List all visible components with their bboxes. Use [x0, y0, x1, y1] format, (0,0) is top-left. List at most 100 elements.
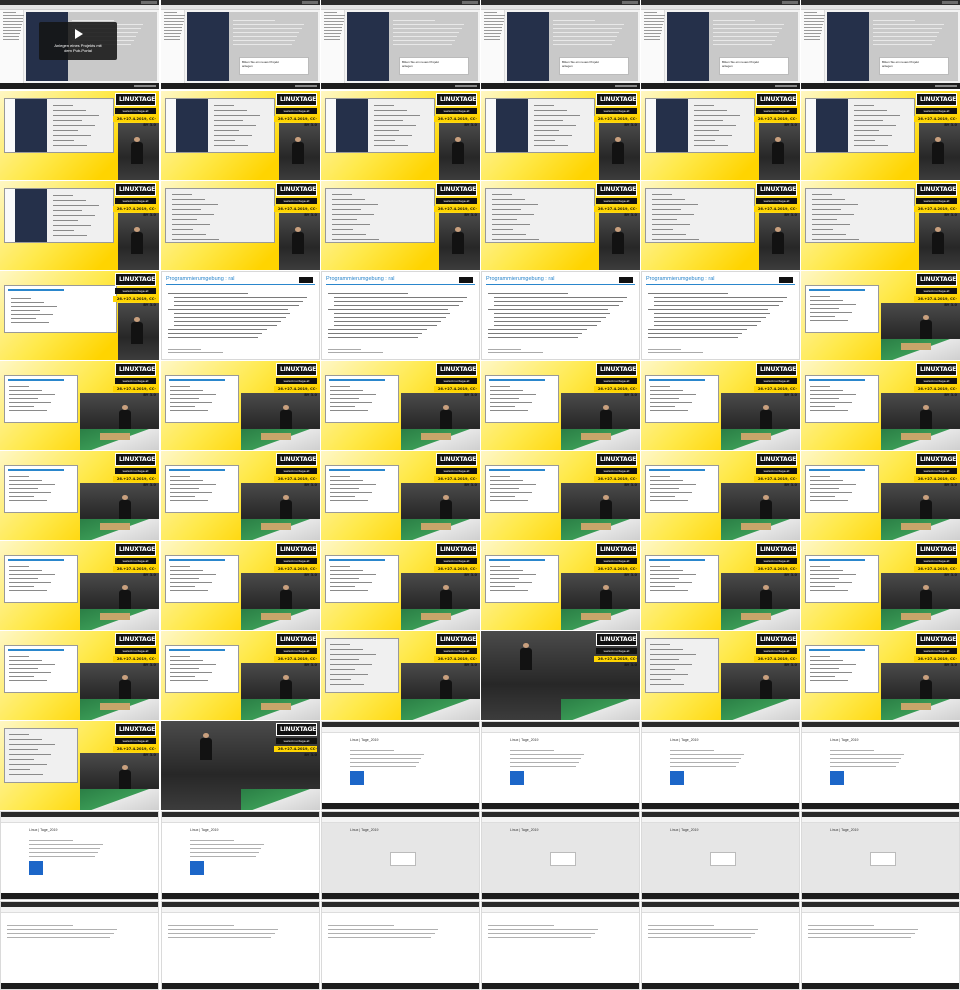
video-thumbnail[interactable]: LINUXTAGE www.linuxtage.at 26.+27.4.2019, … — [0, 91, 159, 180]
modal-dialog[interactable] — [870, 852, 896, 866]
text-line — [644, 30, 662, 31]
modal-dialog[interactable] — [390, 852, 416, 866]
video-thumbnail[interactable]: Linux | Tage_2019 — [481, 811, 640, 900]
video-thumbnail[interactable]: LINUXTAGE www.linuxtage.at 26.+27.4.2019, … — [641, 181, 800, 270]
video-thumbnail[interactable]: LINUXTAGE www.linuxtage.at 26.+27.4.2019, … — [641, 91, 800, 180]
video-thumbnail[interactable]: Bitten Sie ein neues Projekt anlegen — [481, 0, 640, 89]
video-thumbnail[interactable]: LINUXTAGE www.linuxtage.at 26.+27.4.2019, … — [161, 721, 320, 810]
video-thumbnail[interactable]: LINUXTAGE www.linuxtage.at 26.+27.4.2019, … — [321, 181, 480, 270]
video-thumbnail[interactable]: LINUXTAGE www.linuxtage.at 26.+27.4.2019, … — [0, 541, 159, 630]
project-thumbnail[interactable] — [830, 771, 844, 785]
video-thumbnail[interactable]: Programmierumgebung : ral — [481, 271, 640, 360]
video-thumbnail[interactable]: LINUXTAGE www.linuxtage.at 26.+27.4.2019, … — [161, 91, 320, 180]
video-thumbnail[interactable]: LINUXTAGE www.linuxtage.at 26.+27.4.2019, … — [0, 271, 159, 360]
video-thumbnail[interactable]: LINUXTAGE www.linuxtage.at 26.+27.4.2019, … — [161, 361, 320, 450]
video-thumbnail[interactable]: LINUXTAGE www.linuxtage.at 26.+27.4.2019, … — [801, 181, 960, 270]
conference-date: 26.+27.4.2019, CC-BY 3.0 — [914, 386, 957, 397]
video-thumbnail[interactable]: Programmierumgebung : ral — [641, 271, 800, 360]
video-overlay[interactable]: Anlegen eines Projekts mit dem Pub-Portal — [39, 22, 117, 60]
project-thumbnail[interactable] — [350, 771, 364, 785]
video-thumbnail[interactable]: Bitten Sie ein neues Projekt anlegen — [641, 0, 800, 89]
video-thumbnail[interactable]: LINUXTAGE www.linuxtage.at 26.+27.4.2019, … — [0, 451, 159, 540]
video-thumbnail[interactable]: LINUXTAGE www.linuxtage.at 26.+27.4.2019, … — [481, 541, 640, 630]
video-thumbnail[interactable]: LINUXTAGE www.linuxtage.at 26.+27.4.2019, … — [641, 631, 800, 720]
text-line — [510, 762, 579, 763]
video-thumbnail[interactable]: LINUXTAGE www.linuxtage.at 26.+27.4.2019, … — [161, 541, 320, 630]
text-line — [233, 28, 302, 29]
video-thumbnail[interactable]: LINUXTAGE www.linuxtage.at 26.+27.4.2019, … — [0, 181, 159, 270]
video-thumbnail[interactable] — [161, 901, 320, 990]
video-thumbnail[interactable]: LINUXTAGE www.linuxtage.at 26.+27.4.2019, … — [641, 361, 800, 450]
video-thumbnail[interactable]: LINUXTAGE www.linuxtage.at 26.+27.4.2019, … — [161, 631, 320, 720]
video-thumbnail[interactable]: LINUXTAGE www.linuxtage.at 26.+27.4.2019, … — [801, 541, 960, 630]
video-thumbnail[interactable] — [801, 901, 960, 990]
video-thumbnail[interactable]: Programmierumgebung : ral — [321, 271, 480, 360]
video-thumbnail[interactable]: LINUXTAGE www.linuxtage.at 26.+27.4.2019, … — [641, 451, 800, 540]
video-thumbnail[interactable]: LINUXTAGE www.linuxtage.at 26.+27.4.2019, … — [321, 91, 480, 180]
video-thumbnail[interactable]: Linux | Tage_2019 — [641, 721, 800, 810]
text-line — [9, 668, 38, 669]
video-thumbnail[interactable]: Bitten Sie ein neues Projekt anlegen — [161, 0, 320, 89]
video-thumbnail[interactable]: LINUXTAGE www.linuxtage.at 26.+27.4.2019, … — [801, 91, 960, 180]
text-line — [810, 476, 830, 477]
video-thumbnail[interactable]: Linux | Tage_2019 — [321, 721, 480, 810]
video-thumbnail[interactable]: LINUXTAGE www.linuxtage.at 26.+27.4.2019, … — [0, 631, 159, 720]
video-thumbnail[interactable] — [641, 901, 800, 990]
video-thumbnail[interactable]: LINUXTAGE www.linuxtage.at 26.+27.4.2019, … — [0, 361, 159, 450]
video-thumbnail[interactable]: LINUXTAGE www.linuxtage.at 26.+27.4.2019, … — [321, 631, 480, 720]
text-line — [9, 672, 51, 673]
text-line — [713, 36, 777, 37]
video-thumbnail[interactable]: LINUXTAGE www.linuxtage.at 26.+27.4.2019, … — [801, 271, 960, 360]
video-thumbnail[interactable]: Linux | Tage_2019 — [321, 811, 480, 900]
video-thumbnail[interactable] — [481, 901, 640, 990]
text-line — [330, 669, 355, 670]
project-thumbnail[interactable] — [190, 861, 204, 875]
video-thumbnail[interactable]: LINUXTAGE www.linuxtage.at 26.+27.4.2019, … — [321, 361, 480, 450]
text-line — [9, 734, 29, 735]
video-thumbnail[interactable]: LINUXTAGE www.linuxtage.at 26.+27.4.2019, … — [321, 451, 480, 540]
video-thumbnail[interactable]: LINUXTAGE www.linuxtage.at 26.+27.4.2019, … — [641, 541, 800, 630]
video-thumbnail[interactable]: LINUXTAGE www.linuxtage.at 26.+27.4.2019, … — [161, 451, 320, 540]
text-line — [214, 110, 247, 111]
video-thumbnail[interactable]: LINUXTAGE www.linuxtage.at 26.+27.4.2019, … — [481, 91, 640, 180]
video-thumbnail[interactable]: Linux | Tage_2019 — [801, 721, 960, 810]
text-line — [332, 209, 361, 210]
video-thumbnail[interactable]: Programmierumgebung : ral — [161, 271, 320, 360]
video-thumbnail[interactable]: Linux | Tage_2019 — [161, 811, 320, 900]
linuxtage-url: www.linuxtage.at — [916, 648, 957, 654]
modal-dialog[interactable] — [550, 852, 576, 866]
video-thumbnail[interactable]: LINUXTAGE www.linuxtage.at 26.+27.4.2019, … — [801, 631, 960, 720]
video-thumbnail[interactable]: Bitten Sie ein neues Projekt anlegen — [321, 0, 480, 89]
text-line — [350, 758, 422, 759]
video-thumbnail[interactable]: Bitten Sie ein neues Projekt anlegen — [801, 0, 960, 89]
text-line — [9, 744, 55, 745]
text-line — [694, 115, 740, 116]
text-line — [53, 235, 87, 236]
video-thumbnail[interactable]: Anlegen eines Projekts mit dem Pub-Portal — [0, 0, 159, 89]
video-thumbnail[interactable]: Linux | Tage_2019 — [0, 811, 159, 900]
text-line — [670, 762, 739, 763]
video-thumbnail[interactable]: LINUXTAGE www.linuxtage.at 26.+27.4.2019, … — [161, 181, 320, 270]
video-thumbnail[interactable]: LINUXTAGE www.linuxtage.at 26.+27.4.2019, … — [481, 631, 640, 720]
text-line — [164, 36, 181, 37]
video-thumbnail[interactable]: Linux | Tage_2019 — [801, 811, 960, 900]
modal-dialog[interactable] — [710, 852, 736, 866]
video-thumbnail[interactable]: LINUXTAGE www.linuxtage.at 26.+27.4.2019, … — [801, 361, 960, 450]
video-thumbnail[interactable] — [0, 901, 159, 990]
video-thumbnail[interactable]: LINUXTAGE www.linuxtage.at 26.+27.4.2019, … — [481, 451, 640, 540]
video-thumbnail[interactable]: Linux | Tage_2019 — [481, 721, 640, 810]
text-line — [324, 24, 344, 25]
project-thumbnail[interactable] — [510, 771, 524, 785]
video-thumbnail[interactable]: Linux | Tage_2019 — [641, 811, 800, 900]
video-thumbnail[interactable]: LINUXTAGE www.linuxtage.at 26.+27.4.2019, … — [481, 181, 640, 270]
video-thumbnail[interactable]: LINUXTAGE www.linuxtage.at 26.+27.4.2019, … — [321, 541, 480, 630]
video-thumbnail[interactable]: LINUXTAGE www.linuxtage.at 26.+27.4.2019, … — [801, 451, 960, 540]
project-thumbnail[interactable] — [670, 771, 684, 785]
play-icon[interactable] — [75, 29, 83, 39]
video-thumbnail[interactable]: LINUXTAGE www.linuxtage.at 26.+27.4.2019, … — [0, 721, 159, 810]
project-thumbnail[interactable] — [29, 861, 43, 875]
video-thumbnail[interactable] — [321, 901, 480, 990]
presented-slide — [805, 555, 879, 603]
linuxtage-url: www.linuxtage.at — [756, 648, 797, 654]
video-thumbnail[interactable]: LINUXTAGE www.linuxtage.at 26.+27.4.2019, … — [481, 361, 640, 450]
